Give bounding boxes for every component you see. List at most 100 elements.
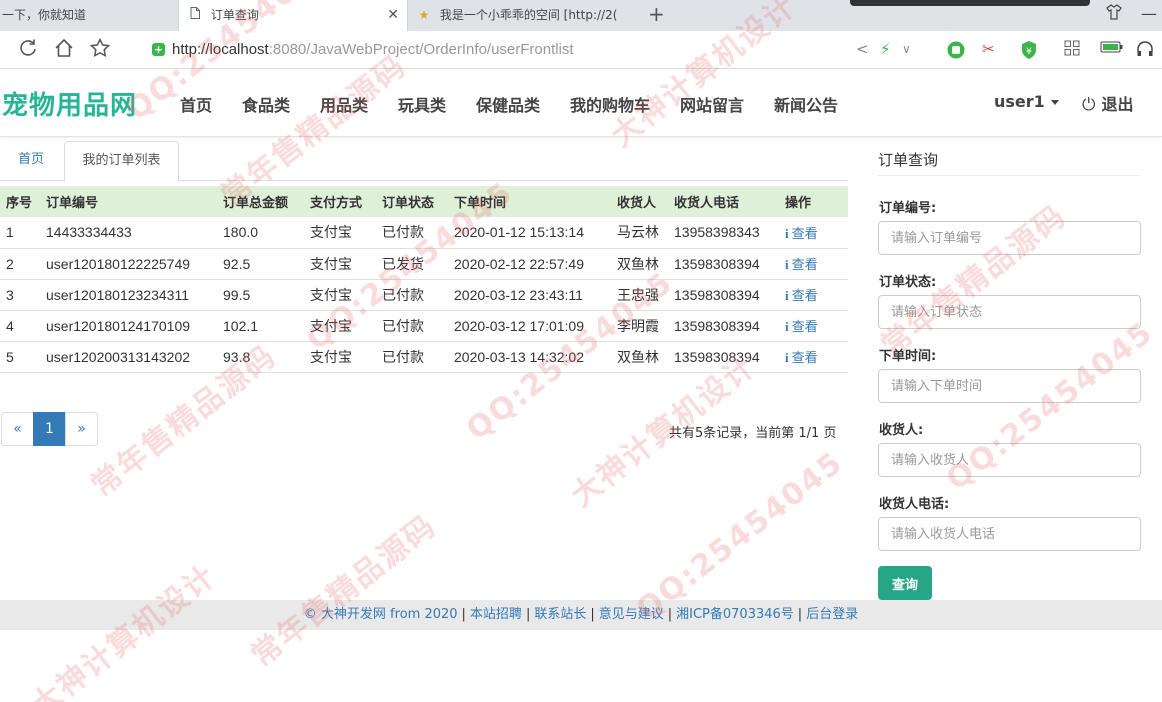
footer-link-icp[interactable]: 湘ICP备0703346号 — [676, 607, 794, 622]
nav-item-news[interactable]: 新闻公告 — [774, 92, 838, 116]
table-row: 5 user120200313143202 93.8 支付宝 已付款 2020-… — [0, 341, 848, 373]
pagination-prev[interactable]: « — [1, 412, 34, 446]
cell-amount: 92.5 — [217, 248, 304, 280]
cell-payment: 支付宝 — [304, 279, 376, 311]
cell-time: 2020-03-13 14:32:02 — [448, 341, 611, 373]
lightning-icon[interactable]: ⚡ — [880, 40, 891, 58]
nav-item-messages[interactable]: 网站留言 — [680, 92, 744, 116]
new-tab-icon[interactable]: + — [648, 0, 665, 31]
receiver-phone-input[interactable] — [878, 517, 1141, 551]
table-row: 2 user120180122225749 92.5 支付宝 已发货 2020-… — [0, 248, 848, 280]
query-button[interactable]: 查询 — [878, 566, 932, 600]
nav-item-health[interactable]: 保健品类 — [476, 92, 540, 116]
order-status-input[interactable] — [878, 295, 1141, 329]
headphones-icon[interactable] — [1136, 40, 1154, 62]
chevron-down-icon[interactable]: ∨ — [902, 40, 911, 58]
site-logo[interactable]: 宠物用品网 — [2, 85, 137, 122]
home-icon[interactable] — [54, 38, 74, 62]
cell-status: 已付款 — [376, 341, 448, 373]
cell-action: i 查看 — [779, 310, 848, 342]
view-order-link[interactable]: i 查看 — [785, 225, 818, 242]
battery-icon — [1100, 40, 1124, 58]
scissors-icon[interactable]: ✂ — [982, 40, 995, 58]
col-phone: 收货人电话 — [668, 186, 779, 217]
cell-action: i 查看 — [779, 248, 848, 280]
cell-order-no: 14433334433 — [40, 217, 217, 249]
cell-index: 2 — [0, 248, 40, 280]
nav-item-cart[interactable]: 我的购物车 — [570, 92, 650, 116]
col-index: 序号 — [0, 186, 40, 217]
logout-button[interactable]: ⏻ 退出 — [1082, 91, 1133, 115]
cell-action: i 查看 — [779, 217, 848, 249]
extension-green-icon[interactable] — [946, 40, 966, 64]
col-time: 下单时间 — [448, 186, 611, 217]
bookmark-star-icon[interactable] — [89, 37, 111, 62]
cell-time: 2020-01-12 15:13:14 — [448, 217, 611, 249]
cell-index: 3 — [0, 279, 40, 311]
pagination-page-1[interactable]: 1 — [33, 412, 66, 446]
view-order-link[interactable]: i 查看 — [785, 319, 818, 335]
share-icon[interactable]: < — [856, 40, 869, 58]
nav-item-food[interactable]: 食品类 — [242, 92, 290, 116]
browser-tab-1[interactable]: 一下，你就知道 — [0, 0, 178, 31]
divider — [878, 175, 1140, 176]
cell-payment: 支付宝 — [304, 310, 376, 342]
cell-status: 已付款 — [376, 310, 448, 342]
order-no-input[interactable] — [878, 221, 1141, 255]
footer-separator: | — [525, 607, 531, 622]
user-dropdown[interactable]: user1 — [994, 92, 1059, 111]
address-bar: + http://localhost:8080/JavaWebProject/O… — [0, 31, 1162, 69]
apps-grid-icon[interactable] — [1064, 40, 1080, 60]
view-order-link[interactable]: i 查看 — [785, 350, 818, 366]
refresh-icon[interactable] — [18, 38, 38, 62]
footer-link-contact[interactable]: 联系站长 — [534, 607, 586, 622]
cell-receiver: 马云林 — [611, 217, 668, 249]
view-order-link[interactable]: i 查看 — [785, 257, 818, 273]
browser-tab-2[interactable]: 订单查询 ✕ — [178, 0, 408, 31]
secure-site-icon[interactable]: + — [152, 43, 165, 56]
shield-yen-icon[interactable]: ¥ — [1020, 40, 1038, 64]
breadcrumb-home[interactable]: 首页 — [4, 141, 58, 181]
search-panel-title: 订单查询 — [878, 151, 939, 169]
info-icon: i — [785, 257, 789, 272]
cell-order-no: user120180123234311 — [40, 279, 217, 311]
info-icon: i — [785, 225, 789, 241]
user-name: user1 — [994, 92, 1045, 111]
order-time-input[interactable] — [878, 369, 1141, 403]
col-payment: 支付方式 — [304, 186, 376, 217]
receiver-label: 收货人: — [879, 423, 924, 438]
view-order-link[interactable]: i 查看 — [785, 288, 818, 304]
shirt-icon[interactable] — [1106, 4, 1122, 24]
minimize-icon[interactable]: — — [1141, 4, 1157, 23]
pagination-next[interactable]: » — [65, 412, 98, 446]
cell-phone: 13598308394 — [668, 341, 779, 373]
cell-receiver: 王忠强 — [611, 279, 668, 311]
records-summary: 共有5条记录，当前第 1/1 页 — [669, 426, 837, 441]
cell-phone: 13958398343 — [668, 217, 779, 249]
close-icon[interactable]: ✕ — [387, 0, 399, 30]
footer-link-admin[interactable]: 后台登录 — [806, 607, 858, 622]
cell-phone: 13598308394 — [668, 279, 779, 311]
table-row: 1 14433334433 180.0 支付宝 已付款 2020-01-12 1… — [0, 217, 848, 249]
nav-item-supplies[interactable]: 用品类 — [320, 92, 368, 116]
cell-index: 4 — [0, 310, 40, 342]
table-header-row: 序号 订单编号 订单总金额 支付方式 订单状态 下单时间 收货人 收货人电话 操… — [0, 186, 848, 217]
view-label: 查看 — [791, 258, 818, 273]
footer-link-feedback[interactable]: 意见与建议 — [599, 607, 664, 622]
cell-receiver: 双鱼林 — [611, 341, 668, 373]
browser-tab-2-title: 订单查询 — [210, 8, 259, 22]
url-field[interactable]: http://localhost:8080/JavaWebProject/Ord… — [172, 41, 574, 58]
info-icon: i — [785, 319, 789, 334]
nav-item-home[interactable]: 首页 — [180, 92, 212, 116]
nav-item-toys[interactable]: 玩具类 — [398, 92, 446, 116]
receiver-input[interactable] — [878, 443, 1141, 477]
view-label: 查看 — [791, 289, 818, 304]
cell-payment: 支付宝 — [304, 341, 376, 373]
info-icon: i — [785, 350, 789, 365]
footer-link-jobs[interactable]: 本站招聘 — [470, 607, 522, 622]
browser-tabbar: 一下，你就知道 订单查询 ✕ ★ 我是一个小乖乖的空间 [http://2( +… — [0, 0, 1162, 31]
footer-copyright[interactable]: © 大神开发网 from 2020 — [304, 607, 458, 622]
col-receiver: 收货人 — [611, 186, 668, 217]
browser-tab-3[interactable]: ★ 我是一个小乖乖的空间 [http://2( — [408, 0, 640, 31]
browser-tab-1-title: 一下，你就知道 — [2, 8, 87, 22]
